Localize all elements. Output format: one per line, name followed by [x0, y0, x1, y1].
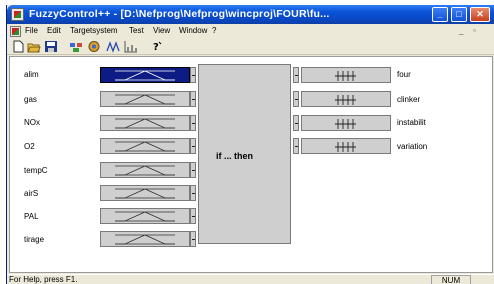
minimize-button[interactable]: _ [432, 7, 448, 22]
output-fuzzy-set-instabilit[interactable] [301, 115, 391, 131]
output-fuzzy-set-four[interactable] [301, 67, 391, 83]
menu-help[interactable]: ? [212, 26, 216, 35]
membership-functions-icon [115, 211, 175, 222]
singleton-functions-icon [335, 71, 356, 81]
output-fuzzy-set-variation[interactable] [301, 138, 391, 154]
output-connector-variation[interactable] [293, 138, 299, 154]
input-label-pal: PAL [24, 212, 39, 221]
membership-functions-icon [115, 118, 175, 129]
input-fuzzy-set-tempc[interactable] [100, 162, 190, 178]
input-label-alim: alim [24, 70, 39, 79]
edit-set-icon[interactable] [106, 40, 120, 53]
input-connector-pal[interactable] [190, 208, 196, 224]
menu-targetsystem[interactable]: Targetsystem [70, 26, 118, 35]
output-connector-four[interactable] [293, 67, 299, 83]
input-fuzzy-set-tirage[interactable] [100, 231, 190, 247]
membership-functions-icon [115, 94, 175, 105]
input-label-tempc: tempC [24, 166, 48, 175]
close-button[interactable]: ✕ [470, 7, 490, 22]
window-title: FuzzyControl++ - [D:\Nefprog\Nefprog\win… [29, 8, 330, 20]
output-label-instabilit: instabilit [397, 118, 426, 127]
rule-base-block[interactable]: if ... then [198, 64, 291, 244]
input-connector-tempc[interactable] [190, 162, 196, 178]
mdi-restore-icon[interactable]: ▫ [473, 26, 476, 35]
menu-edit[interactable]: Edit [47, 26, 61, 35]
input-label-nox: NOx [24, 118, 40, 127]
output-fuzzy-set-clinker[interactable] [301, 91, 391, 107]
input-label-airs: airS [24, 189, 39, 198]
input-fuzzy-set-o2[interactable] [100, 138, 190, 154]
singleton-functions-icon [335, 119, 356, 129]
singleton-functions-icon [335, 142, 356, 152]
membership-functions-icon [115, 165, 175, 176]
new-icon[interactable] [11, 40, 25, 53]
input-fuzzy-set-gas[interactable] [100, 91, 190, 107]
document-icon[interactable] [10, 26, 21, 37]
input-label-gas: gas [24, 95, 37, 104]
output-label-clinker: clinker [397, 95, 421, 104]
input-fuzzy-set-alim[interactable] [100, 67, 190, 83]
input-label-o2: O2 [24, 142, 35, 151]
menu-view[interactable]: View [153, 26, 170, 35]
output-connector-instabilit[interactable] [293, 115, 299, 131]
singleton-functions-icon [335, 95, 356, 105]
membership-functions-icon [115, 234, 175, 245]
rule-base-icon[interactable] [69, 40, 83, 53]
num-lock-indicator: NUM [431, 275, 471, 284]
maximize-button[interactable]: □ [451, 7, 467, 22]
mdi-minimize-icon[interactable]: _ [459, 26, 463, 35]
chart-icon[interactable] [124, 40, 138, 53]
toolbar: ? [7, 39, 494, 55]
menu-window[interactable]: Window [179, 26, 207, 35]
input-connector-gas[interactable] [190, 91, 196, 107]
menu-file[interactable]: File [25, 26, 38, 35]
output-label-variation: variation [397, 142, 428, 151]
save-icon[interactable] [44, 40, 58, 53]
input-fuzzy-set-pal[interactable] [100, 208, 190, 224]
menu-test[interactable]: Test [129, 26, 144, 35]
menu-bar: File Edit Targetsystem Test View Window … [7, 24, 494, 39]
input-label-tirage: tirage [24, 235, 45, 244]
fuzzy-set-icon[interactable] [87, 40, 101, 53]
input-connector-alim[interactable] [190, 67, 196, 83]
rule-block-label: if ... then [216, 151, 253, 161]
input-connector-tirage[interactable] [190, 231, 196, 247]
input-fuzzy-set-airs[interactable] [100, 185, 190, 201]
status-help-text: For Help, press F1. [9, 275, 78, 284]
app-icon[interactable] [11, 8, 24, 21]
membership-functions-icon [115, 141, 175, 152]
help-icon[interactable]: ? [149, 40, 163, 53]
output-label-four: four [397, 70, 411, 79]
title-bar[interactable]: FuzzyControl++ - [D:\Nefprog\Nefprog\win… [7, 5, 494, 24]
input-connector-nox[interactable] [190, 115, 196, 131]
output-connector-clinker[interactable] [293, 91, 299, 107]
input-connector-airs[interactable] [190, 185, 196, 201]
status-bar: For Help, press F1. NUM [7, 274, 494, 284]
membership-functions-icon [115, 70, 175, 81]
input-connector-o2[interactable] [190, 138, 196, 154]
membership-functions-icon [115, 188, 175, 199]
open-icon[interactable] [27, 40, 41, 53]
input-fuzzy-set-nox[interactable] [100, 115, 190, 131]
svg-text:?: ? [153, 42, 159, 53]
